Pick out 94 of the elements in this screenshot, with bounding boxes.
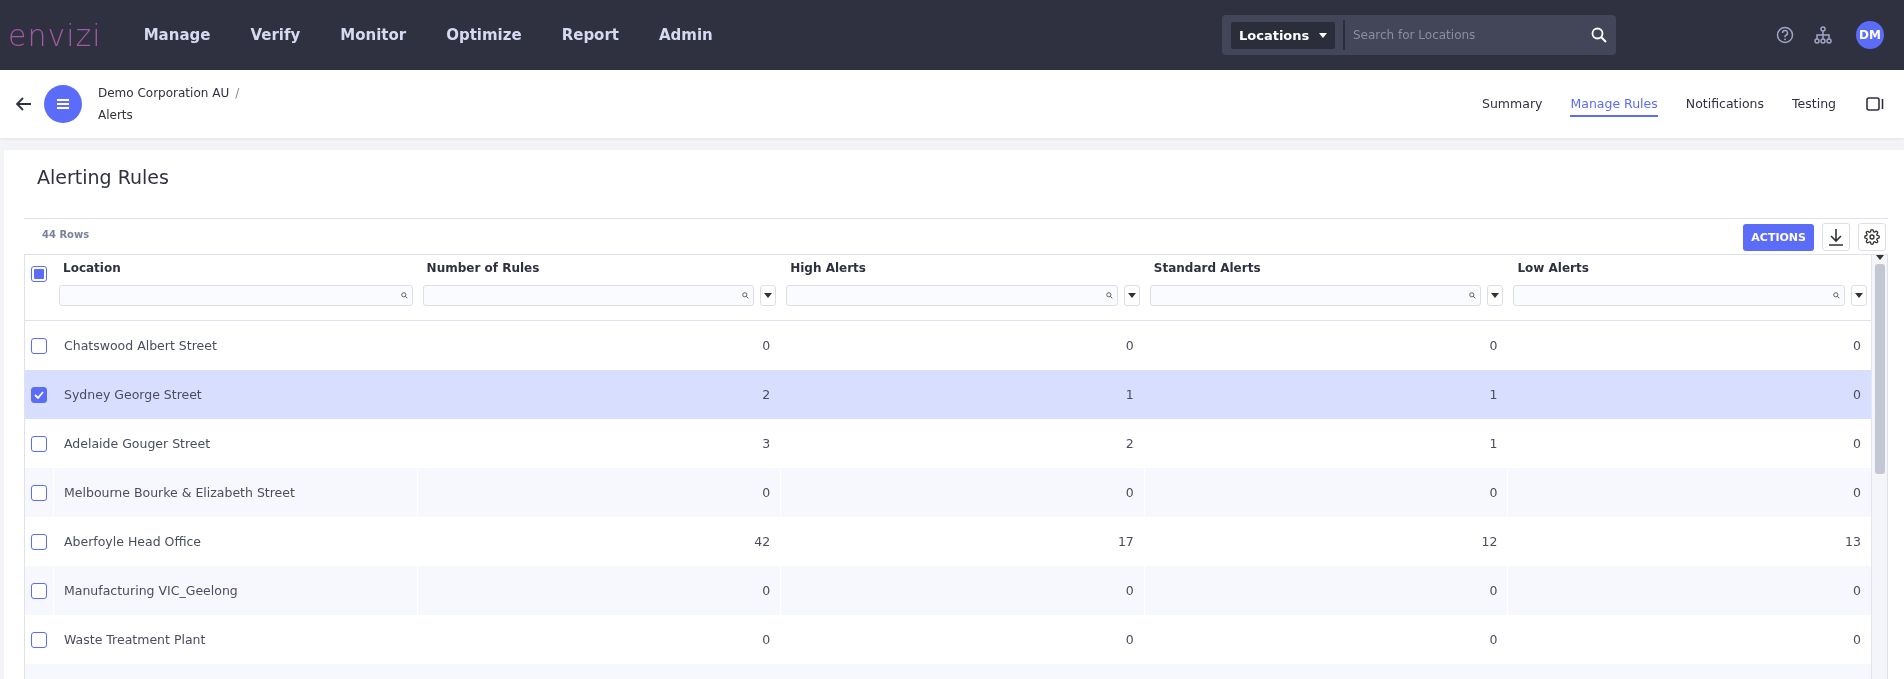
caret-icon (1491, 293, 1500, 298)
menu-icon (56, 98, 70, 110)
table-cell-text: 1 (1488, 435, 1499, 453)
breadcrumb-link[interactable]: Demo Corporation AU (98, 86, 230, 100)
filter-dropdown[interactable] (1123, 285, 1140, 306)
user-avatar[interactable]: DM (1856, 21, 1884, 49)
table-row[interactable]: Melbourne Bourke & Elizabeth Street 0 0 0 0 (25, 468, 1871, 517)
caret-icon (1127, 293, 1136, 298)
panel-toggle-icon[interactable] (1866, 97, 1884, 111)
filter-field[interactable] (422, 285, 755, 306)
table-cell-text: 0 (1852, 337, 1862, 355)
table-cell-text: 0 (1488, 631, 1499, 649)
search-icon (742, 292, 750, 299)
table-cell-text: Aberfoyle Head Office (63, 533, 203, 551)
nav-item[interactable]: Admin (659, 26, 713, 44)
filter-field[interactable] (786, 285, 1118, 306)
table-cell-text: 0 (1124, 337, 1135, 355)
table-cell-text: 0 (1852, 631, 1862, 649)
caret-icon (1319, 32, 1327, 38)
table-cell-text: Waste Treatment Plant (63, 631, 207, 649)
column-header[interactable]: High Alerts (786, 261, 1140, 275)
row-checkbox[interactable] (31, 435, 47, 452)
nav-item[interactable]: Manage (143, 26, 211, 44)
breadcrumb-separator: / (235, 86, 240, 100)
table-cell-text: Sydney George Street (63, 386, 203, 404)
checkmark-icon (34, 390, 44, 399)
table-cell-text: Adelaide Gouger Street (63, 435, 212, 453)
caret-icon (1875, 255, 1884, 260)
search-bar[interactable]: Locations Search for Locations (1222, 15, 1616, 55)
table-cell-text: 2 (1124, 435, 1135, 453)
actions-button[interactable]: ACTIONS (1743, 223, 1814, 251)
row-checkbox[interactable] (31, 484, 47, 501)
table-cell-text: 17 (1116, 533, 1135, 551)
caret-icon (764, 293, 773, 298)
search-icon (1833, 292, 1840, 299)
scope-dropdown[interactable]: Locations (1231, 21, 1335, 49)
back-arrow-icon[interactable] (16, 97, 32, 111)
select-all-checkbox[interactable] (31, 266, 47, 282)
search-icon (1105, 292, 1113, 299)
table-cell-text: 0 (1852, 435, 1862, 453)
tab[interactable]: Testing (1792, 91, 1836, 117)
nav-item[interactable]: Monitor (340, 26, 407, 44)
page-title: Alerts (98, 108, 134, 122)
column-header[interactable]: Standard Alerts (1149, 261, 1504, 275)
tab[interactable]: Manage Rules (1570, 91, 1658, 117)
filter-field[interactable] (59, 285, 413, 306)
table-cell-text: Chatswood Albert Street (63, 337, 218, 355)
download-icon (1828, 228, 1844, 246)
table-row[interactable]: Manufacturing VIC_Geelong 0 0 0 0 (25, 566, 1871, 615)
column-header[interactable]: Location (59, 261, 413, 275)
row-checkbox[interactable] (31, 533, 47, 550)
table-cell-text: 3 (761, 435, 772, 453)
filter-dropdown[interactable] (760, 285, 777, 306)
download-button[interactable] (1822, 223, 1850, 251)
row-checkbox[interactable] (31, 582, 47, 599)
table-cell-text: 0 (761, 337, 772, 355)
table-row[interactable]: Sydney George Street 2 1 1 0 (25, 370, 1871, 419)
table-cell-text: 42 (753, 533, 772, 551)
settings-button[interactable] (1858, 223, 1886, 251)
table-cell-text: 1 (1124, 386, 1135, 404)
filter-dropdown[interactable] (1487, 285, 1504, 306)
search-field[interactable]: Search for Locations (1343, 20, 1591, 50)
table-cell-text: 0 (1852, 386, 1862, 404)
nav-item[interactable]: Optimize (446, 26, 522, 44)
menu-button[interactable] (44, 85, 82, 123)
nav-item[interactable]: Report (561, 26, 619, 44)
table-cell-text: 1 (1488, 386, 1499, 404)
nav-item[interactable]: Verify (250, 26, 301, 44)
caret-icon (1855, 293, 1863, 298)
scrollbar[interactable] (1871, 255, 1887, 679)
filter-dropdown[interactable] (1851, 285, 1867, 306)
table-cell-text: 0 (1488, 337, 1499, 355)
hierarchy-icon[interactable] (1814, 26, 1832, 44)
search-icon (1469, 292, 1477, 299)
row-checkbox[interactable] (31, 386, 47, 403)
search-icon (400, 292, 408, 299)
table-cell-text: 13 (1844, 533, 1862, 551)
filter-field[interactable] (1149, 285, 1482, 306)
table-cell-text: 0 (1124, 631, 1135, 649)
filter-field[interactable] (1513, 285, 1845, 306)
table-cell-text: 12 (1480, 533, 1499, 551)
table-cell-text: 0 (761, 631, 772, 649)
search-icon[interactable] (1591, 27, 1607, 43)
settings-icon (1864, 229, 1880, 245)
row-checkbox[interactable] (31, 337, 47, 354)
row-checkbox[interactable] (31, 631, 47, 648)
row-count: 44 Rows (42, 229, 90, 240)
help-icon[interactable] (1776, 26, 1794, 44)
tab[interactable]: Notifications (1685, 91, 1765, 117)
column-header[interactable]: Number of Rules (422, 261, 777, 275)
column-header[interactable]: Low Alerts (1513, 261, 1867, 275)
panel-title: Alerting Rules (36, 165, 170, 190)
tab[interactable]: Summary (1482, 91, 1543, 117)
table-cell-text: 2 (761, 386, 772, 404)
